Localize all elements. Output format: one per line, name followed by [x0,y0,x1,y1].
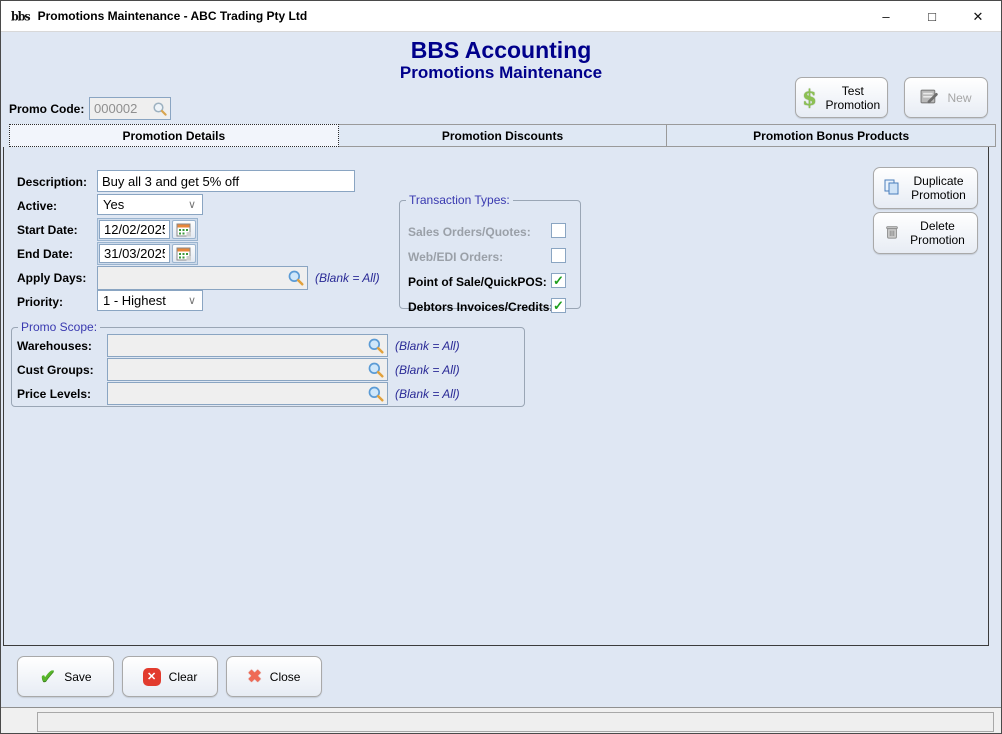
end-date-label: End Date: [17,247,73,261]
titlebar: bbs Promotions Maintenance - ABC Trading… [1,1,1001,32]
delete-promotion-label: Delete Promotion [908,219,968,247]
search-icon[interactable] [287,269,305,287]
duplicate-icon [883,178,901,199]
apply-days-note: (Blank = All) [315,271,380,285]
active-select[interactable]: Yes ∨ [97,194,203,215]
end-date-field [97,242,198,265]
end-date-calendar-button[interactable] [172,244,196,263]
point-of-sale-checkbox[interactable]: ✓ [551,273,566,288]
minimize-button[interactable]: – [863,1,909,32]
app-window: bbs Promotions Maintenance - ABC Trading… [0,0,1002,734]
calendar-icon [176,222,192,238]
app-title: BBS Accounting [1,37,1001,64]
apply-days-field[interactable] [97,266,308,290]
priority-label: Priority: [17,295,63,309]
app-logo-icon: bbs [11,9,30,23]
cust-groups-note: (Blank = All) [395,363,460,377]
transaction-types-legend: Transaction Types: [406,193,513,207]
window-controls: – □ ✕ [863,1,1001,32]
transaction-type-row: Web/EDI Orders: ✓ [408,248,572,270]
promo-code-field[interactable] [89,97,171,120]
search-icon[interactable] [367,385,385,403]
sales-orders-label: Sales Orders/Quotes: [408,225,531,239]
close-button[interactable]: ✖ Close [226,656,322,697]
new-button[interactable]: New [904,77,988,118]
start-date-field [97,218,198,241]
duplicate-promotion-button[interactable]: Duplicate Promotion [873,167,978,209]
delete-promotion-button[interactable]: Delete Promotion [873,212,978,254]
chevron-down-icon: ∨ [188,294,196,307]
close-button-label: Close [270,670,301,684]
web-edi-orders-label: Web/EDI Orders: [408,250,503,264]
trash-icon [884,224,900,243]
search-icon[interactable] [367,361,385,379]
cust-groups-input[interactable] [108,359,363,380]
close-x-icon: ✖ [248,667,262,687]
calendar-icon [176,246,192,262]
price-levels-field[interactable] [107,382,388,405]
clear-button-label: Clear [169,670,198,684]
description-input[interactable] [97,170,355,192]
status-bar [1,707,1001,734]
description-label: Description: [17,175,87,189]
apply-days-input[interactable] [98,267,283,289]
save-button-label: Save [64,670,91,684]
point-of-sale-label: Point of Sale/QuickPOS: [408,275,547,289]
start-date-calendar-button[interactable] [172,220,196,239]
status-message-panel [37,712,994,732]
start-date-input[interactable] [99,220,170,239]
warehouses-input[interactable] [108,335,363,356]
chevron-down-icon: ∨ [188,198,196,211]
new-record-icon [920,87,939,109]
window-title: Promotions Maintenance - ABC Trading Pty… [38,9,308,23]
start-date-label: Start Date: [17,223,78,237]
cust-groups-field[interactable] [107,358,388,381]
duplicate-promotion-label: Duplicate Promotion [909,174,969,202]
search-icon[interactable] [367,337,385,355]
promo-scope-legend: Promo Scope: [18,320,100,334]
debtors-invoices-checkbox[interactable]: ✓ [551,298,566,313]
promo-code-input[interactable] [90,98,146,119]
price-levels-label: Price Levels: [17,387,91,401]
test-promotion-label: Test Promotion [825,84,881,112]
transaction-type-row: Point of Sale/QuickPOS: ✓ [408,273,572,295]
new-button-label: New [947,91,971,105]
tab-bar: Promotion Details Promotion Discounts Pr… [9,124,996,147]
cust-groups-label: Cust Groups: [17,363,94,377]
maximize-button[interactable]: □ [909,1,955,32]
transaction-type-row: Debtors Invoices/Credits: ✓ [408,298,572,320]
transaction-types-group: Transaction Types: Sales Orders/Quotes: … [399,193,581,309]
price-levels-note: (Blank = All) [395,387,460,401]
search-icon[interactable] [152,101,168,117]
test-promotion-button[interactable]: $ Test Promotion [795,77,888,118]
warehouses-field[interactable] [107,334,388,357]
active-label: Active: [17,199,57,213]
active-select-value: Yes [103,197,124,212]
tab-promotion-discounts[interactable]: Promotion Discounts [339,124,668,147]
tab-promotion-bonus-products[interactable]: Promotion Bonus Products [667,124,996,147]
priority-select-value: 1 - Highest [103,293,166,308]
web-edi-orders-checkbox[interactable]: ✓ [551,248,566,263]
price-levels-input[interactable] [108,383,363,404]
sales-orders-checkbox[interactable]: ✓ [551,223,566,238]
warehouses-note: (Blank = All) [395,339,460,353]
save-check-icon: ✔ [39,664,56,689]
clear-icon: ✕ [143,668,161,686]
save-button[interactable]: ✔ Save [17,656,114,697]
tab-promotion-details[interactable]: Promotion Details [9,124,339,147]
dollar-icon: $ [802,85,817,110]
close-window-button[interactable]: ✕ [955,1,1001,32]
debtors-invoices-label: Debtors Invoices/Credits: [408,300,553,314]
end-date-input[interactable] [99,244,170,263]
promo-code-label: Promo Code: [9,102,84,116]
apply-days-label: Apply Days: [17,271,86,285]
priority-select[interactable]: 1 - Highest ∨ [97,290,203,311]
warehouses-label: Warehouses: [17,339,92,353]
clear-button[interactable]: ✕ Clear [122,656,218,697]
transaction-type-row: Sales Orders/Quotes: ✓ [408,223,572,245]
